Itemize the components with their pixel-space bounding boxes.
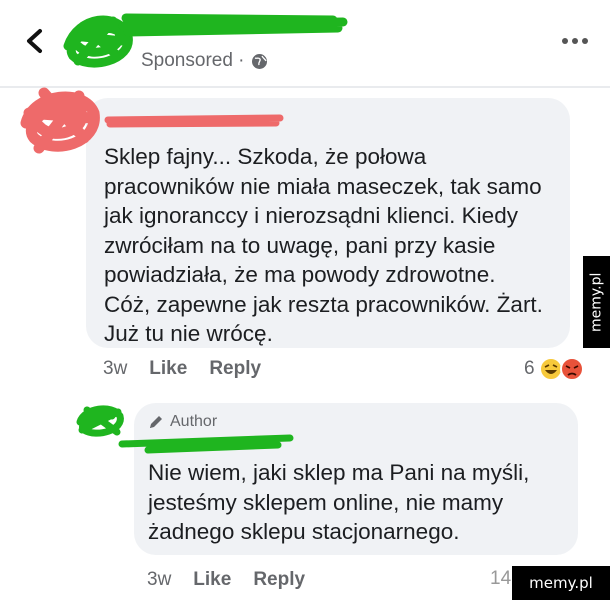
angry-emoji-icon [559, 357, 584, 381]
sponsored-label: Sponsored · [141, 50, 268, 72]
more-icon[interactable] [560, 36, 590, 46]
comment-reactions[interactable]: 6 [524, 356, 587, 382]
comment-text: Sklep fajny... Szkoda, że połowa pracown… [104, 144, 543, 346]
reply-actions: 3w Like Reply [147, 569, 305, 591]
commenter-name-scribble [104, 114, 284, 128]
globe-icon [251, 53, 267, 69]
commenter-avatar-scribble [20, 87, 100, 154]
bottom-watermark: memy.pl [512, 566, 610, 600]
name-redaction-scribble [118, 13, 348, 37]
reply-time: 3w [147, 569, 172, 590]
author-badge: Author [148, 413, 217, 431]
comment-actions: 3w Like Reply [103, 358, 261, 380]
author-badge-label: Author [170, 413, 218, 430]
laugh-emoji-icon [538, 357, 563, 381]
reply-reply-button[interactable]: Reply [253, 569, 305, 591]
back-arrow-icon[interactable] [24, 28, 46, 54]
reply-like-button[interactable]: Like [193, 569, 231, 591]
comment-reply-button[interactable]: Reply [209, 358, 261, 380]
comment-time: 3w [103, 358, 128, 379]
comment-like-button[interactable]: Like [149, 358, 187, 380]
comment-reaction-count: 6 [524, 358, 535, 379]
reaction-emojis [538, 357, 584, 381]
reply-text: Nie wiem, jaki sklep ma Pani na myśli, j… [148, 460, 530, 544]
sponsored-text: Sponsored · [141, 50, 245, 71]
reply-reaction-count[interactable]: 14 [490, 568, 511, 590]
author-name-scribble [118, 434, 294, 454]
pencil-icon [150, 416, 162, 428]
side-watermark: memy.pl [583, 256, 610, 348]
